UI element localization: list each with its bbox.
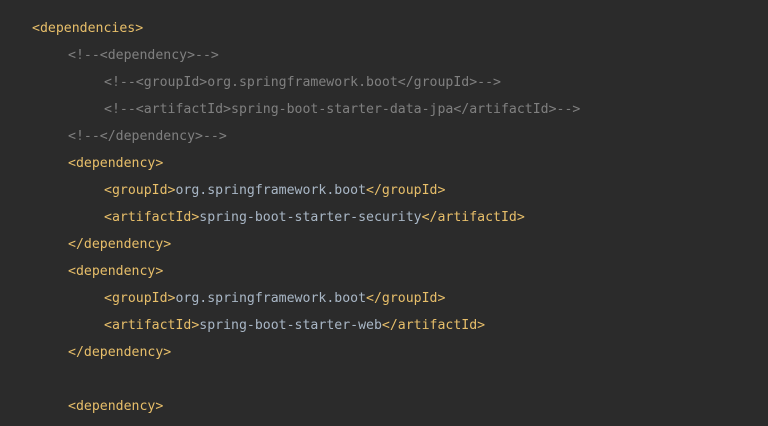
xml-value: spring-boot-starter-web	[199, 318, 382, 333]
code-line[interactable]: <!--</dependency>-->	[0, 125, 768, 152]
xml-value: org.springframework.boot	[175, 183, 367, 198]
code-line[interactable]: <artifactId>spring-boot-starter-security…	[0, 206, 768, 233]
xml-tag: <dependency>	[68, 264, 164, 279]
code-line[interactable]: <groupId>org.springframework.boot</group…	[0, 179, 768, 206]
xml-comment: <!--<dependency>-->	[68, 48, 219, 63]
xml-value: spring-boot-starter-security	[199, 210, 422, 225]
xml-comment: <!--<artifactId>spring-boot-starter-data…	[104, 102, 581, 117]
xml-tag: <dependency>	[68, 399, 164, 414]
xml-comment: <!--</dependency>-->	[68, 129, 227, 144]
code-line[interactable]: <dependencies>	[0, 17, 768, 44]
code-editor[interactable]: <dependencies> <!--<dependency>--> <!--<…	[0, 0, 768, 426]
code-line[interactable]: <!--<dependency>-->	[0, 44, 768, 71]
xml-tag: </dependency>	[68, 345, 172, 360]
code-line[interactable]: <dependency>	[0, 395, 768, 422]
xml-comment: <!--<groupId>org.springframework.boot</g…	[104, 75, 501, 90]
code-line[interactable]: <groupId>org.springframework.boot</group…	[0, 287, 768, 314]
code-line[interactable]: </dependency>	[0, 341, 768, 368]
code-line[interactable]: <artifactId>spring-boot-starter-web</art…	[0, 314, 768, 341]
xml-tag: </dependency>	[68, 237, 172, 252]
code-line[interactable]: <dependency>	[0, 260, 768, 287]
xml-tag: <dependency>	[68, 156, 164, 171]
xml-open-tag: <groupId>	[104, 291, 176, 306]
xml-tag: <dependencies>	[32, 21, 144, 36]
code-line-blank[interactable]	[0, 368, 768, 395]
xml-value: org.springframework.boot	[175, 291, 367, 306]
xml-open-tag: <artifactId>	[104, 318, 200, 333]
xml-close-tag: </artifactId>	[421, 210, 525, 225]
code-line[interactable]: <dependency>	[0, 152, 768, 179]
code-line[interactable]: <!--<groupId>org.springframework.boot</g…	[0, 71, 768, 98]
code-line[interactable]: </dependency>	[0, 233, 768, 260]
xml-close-tag: </groupId>	[366, 183, 446, 198]
xml-close-tag: </artifactId>	[381, 318, 486, 333]
code-line[interactable]: <!--<artifactId>spring-boot-starter-data…	[0, 98, 768, 125]
xml-open-tag: <artifactId>	[104, 210, 200, 225]
xml-open-tag: <groupId>	[104, 183, 176, 198]
xml-close-tag: </groupId>	[366, 291, 446, 306]
